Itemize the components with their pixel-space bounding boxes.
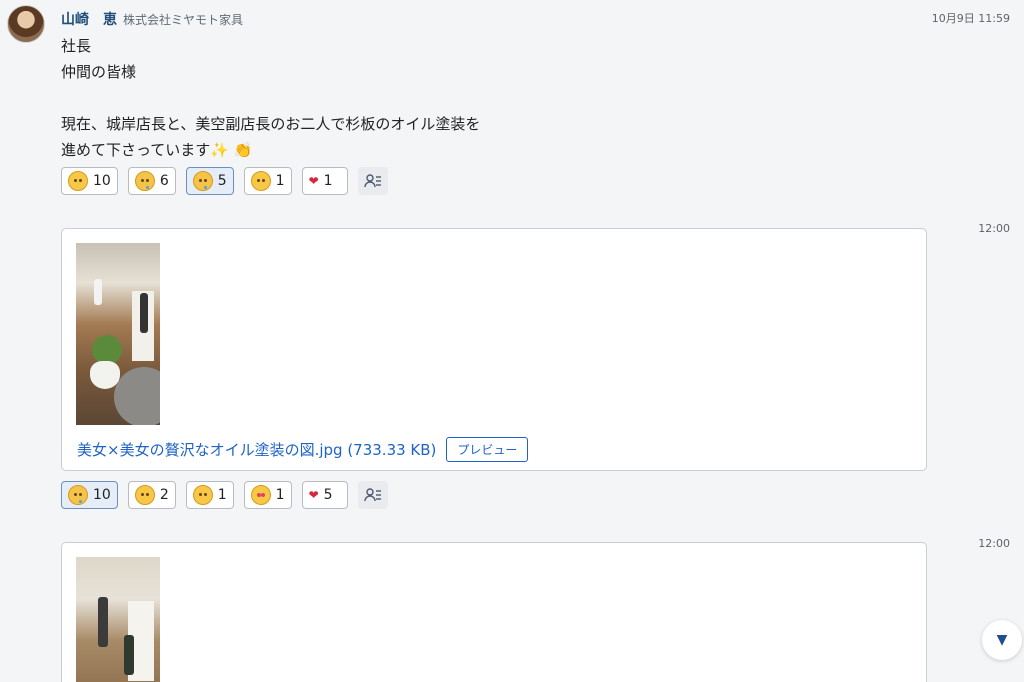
reaction-bar: 10 6 5 1 ❤ 1 xyxy=(61,167,388,195)
sender-row: 山崎 恵 株式会社ミヤモト家具 xyxy=(61,9,243,29)
sender-company: 株式会社ミヤモト家具 xyxy=(123,13,244,27)
reaction-button[interactable]: ❤ 1 xyxy=(301,167,348,195)
smile-icon xyxy=(192,485,213,505)
smile-icon xyxy=(250,171,271,191)
file-row: 美女×美女の贅沢なオイル塗装の図.jpg (733.33 KB) プレビュー xyxy=(77,437,529,462)
image-thumbnail[interactable] xyxy=(76,557,160,682)
reaction-button[interactable]: 10 xyxy=(61,481,118,509)
reaction-button[interactable]: 1 xyxy=(243,167,292,195)
message-timestamp: 12:00 xyxy=(978,537,1010,550)
message-body: 社長 仲間の皆様 現在、城岸店長と、美空副店長のお二人で杉板のオイル塗装を 進め… xyxy=(61,33,480,163)
crying-laughing-icon xyxy=(134,171,155,191)
reaction-count: 1 xyxy=(275,173,285,189)
message-timestamp: 10月9日 11:59 xyxy=(931,12,1010,25)
image-thumbnail[interactable] xyxy=(76,243,160,425)
reaction-button[interactable]: 1 xyxy=(185,481,234,509)
reaction-count: 2 xyxy=(159,487,169,503)
user-list-icon xyxy=(363,488,381,502)
heart-icon: ❤ xyxy=(308,174,319,188)
chevron-down-icon: ▼ xyxy=(996,632,1008,648)
reaction-count: 10 xyxy=(93,173,111,189)
message-line-blank xyxy=(61,85,480,111)
reaction-users-button[interactable] xyxy=(357,481,388,509)
reaction-button[interactable]: 2 xyxy=(127,481,176,509)
reaction-count: 1 xyxy=(217,487,227,503)
message-line: 社長 xyxy=(61,37,92,55)
message-timestamp: 12:00 xyxy=(978,222,1010,235)
message-line: 現在、城岸店長と、美空副店長のお二人で杉板のオイル塗装を xyxy=(61,115,481,133)
reaction-count: 5 xyxy=(323,487,333,503)
smile-icon xyxy=(134,485,155,505)
reaction-count: 5 xyxy=(217,173,227,189)
reaction-bar: 10 2 1 1 ❤ 5 xyxy=(61,481,388,509)
reaction-count: 1 xyxy=(275,487,285,503)
message-line: 進めて下さっています✨ 👏 xyxy=(61,141,253,159)
reaction-count: 10 xyxy=(93,487,111,503)
attachment-card xyxy=(61,542,927,682)
file-link[interactable]: 美女×美女の贅沢なオイル塗装の図.jpg (733.33 KB) xyxy=(77,439,436,460)
reaction-count: 6 xyxy=(159,173,169,189)
sender-name[interactable]: 山崎 恵 xyxy=(61,9,117,29)
heart-icon: ❤ xyxy=(308,488,319,502)
attachment-card: 美女×美女の贅沢なオイル塗装の図.jpg (733.33 KB) プレビュー xyxy=(61,228,927,471)
reaction-count: 1 xyxy=(323,173,333,189)
thumbnail-person xyxy=(140,293,148,333)
thumbnail-person xyxy=(94,279,102,305)
heart-eyes-icon xyxy=(250,485,271,505)
thumbnail-pot xyxy=(90,361,120,389)
avatar[interactable] xyxy=(7,5,45,43)
tearful-smile-icon xyxy=(192,171,213,191)
reaction-button[interactable]: 5 xyxy=(185,167,234,195)
thumbnail-person xyxy=(98,597,108,647)
scroll-down-button[interactable]: ▼ xyxy=(982,620,1022,660)
reaction-users-button[interactable] xyxy=(357,167,388,195)
preview-button[interactable]: プレビュー xyxy=(446,437,529,462)
tearful-smile-icon xyxy=(68,485,88,505)
reaction-button[interactable]: ❤ 5 xyxy=(301,481,348,509)
reaction-button[interactable]: 10 xyxy=(61,167,118,195)
thumbnail-person xyxy=(124,635,134,675)
message-line: 仲間の皆様 xyxy=(61,63,137,81)
user-list-icon xyxy=(363,174,381,188)
reaction-button[interactable]: 6 xyxy=(127,167,176,195)
grinning-sweat-icon xyxy=(68,171,88,191)
reaction-button[interactable]: 1 xyxy=(243,481,292,509)
